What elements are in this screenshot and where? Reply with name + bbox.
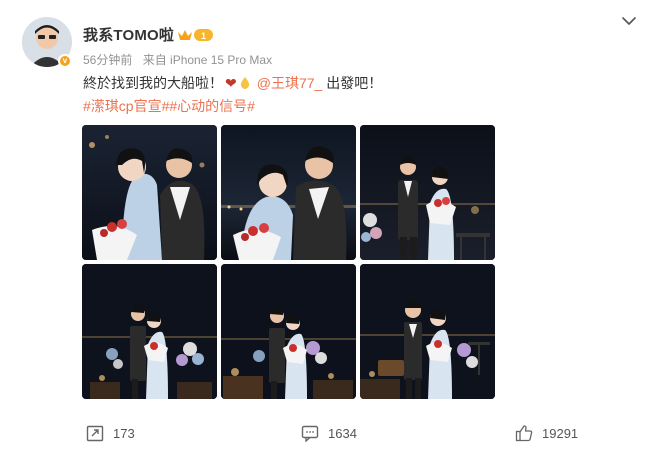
hashtag-cp[interactable]: #潆琪cp官宣# — [83, 98, 169, 114]
vip-level: 1 — [201, 31, 206, 41]
post-text: 終於找到我的大船啦！ ❤ @王琪77_ 出發吧！ — [83, 72, 382, 96]
verified-badge-icon: v — [58, 54, 72, 68]
raised-hand-emoji-icon — [239, 74, 251, 96]
repost-button[interactable]: 173 — [86, 424, 135, 442]
like-count: 19291 — [542, 425, 579, 441]
repost-count: 173 — [113, 425, 135, 441]
vip-badge-icon[interactable]: 1 — [176, 27, 214, 43]
hashtags: #潆琪cp官宣##心动的信号# — [83, 95, 255, 117]
comment-button[interactable]: 1634 — [301, 424, 357, 442]
photo-3[interactable] — [360, 125, 495, 260]
post-time[interactable]: 56分钟前 — [83, 53, 132, 67]
photo-2[interactable] — [221, 125, 356, 260]
post-source: 来自 iPhone 15 Pro Max — [142, 53, 273, 67]
like-button[interactable]: 19291 — [515, 424, 578, 442]
photo-5[interactable] — [221, 264, 356, 399]
repost-icon — [86, 425, 104, 442]
photo-6[interactable] — [360, 264, 495, 399]
author-name[interactable]: 我系TOMO啦 — [83, 24, 174, 45]
mention-link[interactable]: @王琪77_ — [257, 75, 323, 91]
thumbs-up-icon — [515, 425, 533, 442]
post-text-main: 終於找到我的大船啦！ — [83, 75, 223, 91]
hashtag-signal[interactable]: #心动的信号# — [169, 98, 255, 114]
comment-icon — [301, 425, 319, 442]
photo-1[interactable] — [82, 125, 217, 260]
post-meta: 56分钟前 来自 iPhone 15 Pro Max — [83, 51, 279, 68]
photo-4[interactable] — [82, 264, 217, 399]
weibo-post: v 我系TOMO啦 1 56分钟前 来自 iPhone 15 Pro Max 終… — [0, 0, 660, 453]
chevron-down-icon[interactable] — [620, 12, 638, 30]
heart-emoji: ❤ — [225, 75, 237, 91]
comment-count: 1634 — [328, 425, 357, 441]
post-text-end: 出發吧！ — [326, 75, 383, 91]
